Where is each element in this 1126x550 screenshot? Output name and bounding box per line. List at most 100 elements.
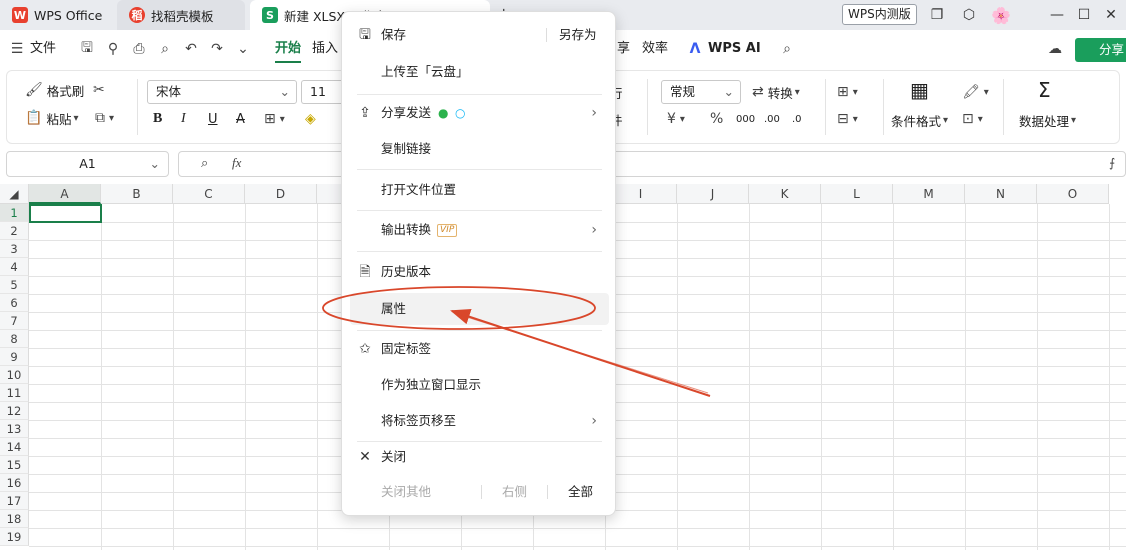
- restore-window-icon[interactable]: ❐: [928, 6, 946, 24]
- column-header-c[interactable]: C: [173, 184, 245, 204]
- beta-badge[interactable]: WPS内测版: [842, 4, 917, 25]
- close-others-button[interactable]: 关闭其他: [381, 476, 431, 508]
- data-process-button[interactable]: 数据处理 ▾: [1019, 109, 1080, 131]
- column-header-a[interactable]: A: [29, 184, 101, 204]
- fx-icon[interactable]: fx: [232, 155, 241, 171]
- font-size-select[interactable]: 11: [301, 80, 341, 104]
- function-wizard-icon[interactable]: ⨍: [1109, 156, 1115, 170]
- tab-template[interactable]: 稻 找稻壳模板: [117, 0, 245, 30]
- row-header-8[interactable]: 8: [0, 330, 29, 348]
- cube-icon[interactable]: ⬡: [960, 6, 978, 24]
- border-icon[interactable]: ⊞ ▾: [264, 108, 289, 130]
- row-header-4[interactable]: 4: [0, 258, 29, 276]
- row-header-18[interactable]: 18: [0, 510, 29, 528]
- number-format-select[interactable]: 常规 ⌄: [661, 80, 741, 104]
- menu-item-properties[interactable]: 属性: [350, 293, 609, 325]
- column-header-n[interactable]: N: [965, 184, 1037, 204]
- table-style-icon[interactable]: ⊞ ▾: [837, 81, 862, 103]
- column-header-m[interactable]: M: [893, 184, 965, 204]
- menu-file[interactable]: 文件: [30, 30, 56, 68]
- print-icon[interactable]: ⎙: [130, 40, 148, 58]
- menu-item-export-convert[interactable]: 输出转换 VIP ›: [350, 214, 609, 246]
- close-right-button[interactable]: 右侧: [502, 476, 527, 508]
- menu-item-copy-link[interactable]: 复制链接: [350, 133, 609, 165]
- column-header-j[interactable]: J: [677, 184, 749, 204]
- row-header-10[interactable]: 10: [0, 366, 29, 384]
- hamburger-icon[interactable]: ☰: [8, 40, 26, 58]
- freeze-icon[interactable]: ⊡ ▾: [962, 108, 987, 130]
- maximize-icon[interactable]: ☐: [1075, 6, 1093, 24]
- row-header-6[interactable]: 6: [0, 294, 29, 312]
- fill-color-icon[interactable]: ◈: [305, 108, 320, 130]
- cloud-upload-icon[interactable]: ☁: [1046, 40, 1064, 58]
- minimize-icon[interactable]: —: [1048, 6, 1066, 24]
- increase-decimal-icon[interactable]: .00: [764, 108, 780, 130]
- menu-item-move-tab[interactable]: 将标签页移至 ›: [350, 405, 609, 437]
- column-header-k[interactable]: K: [749, 184, 821, 204]
- zoom-formula-icon[interactable]: ⌕: [201, 156, 208, 171]
- cell-style-icon[interactable]: ⊟ ▾: [837, 108, 862, 130]
- convert-button[interactable]: ⇄ 转换 ▾: [752, 81, 804, 103]
- column-header-o[interactable]: O: [1037, 184, 1109, 204]
- row-header-15[interactable]: 15: [0, 456, 29, 474]
- row-header-12[interactable]: 12: [0, 402, 29, 420]
- row-header-7[interactable]: 7: [0, 312, 29, 330]
- row-header-16[interactable]: 16: [0, 474, 29, 492]
- active-cell[interactable]: [29, 204, 102, 223]
- bold-icon[interactable]: B: [153, 108, 162, 130]
- print-preview-icon[interactable]: ⌕: [156, 40, 174, 58]
- menu-wps-ai[interactable]: WPS AI: [708, 30, 761, 68]
- menu-item-open-location[interactable]: 打开文件位置: [350, 174, 609, 206]
- row-header-5[interactable]: 5: [0, 276, 29, 294]
- name-box[interactable]: A1 ⌄: [6, 151, 169, 177]
- share-button[interactable]: 分享: [1075, 38, 1126, 62]
- search-icon[interactable]: ⌕: [778, 40, 796, 58]
- currency-icon[interactable]: ¥ ▾: [667, 108, 689, 130]
- menu-item-save[interactable]: 🖫 保存 另存为: [350, 19, 609, 51]
- row-header-9[interactable]: 9: [0, 348, 29, 366]
- column-header-l[interactable]: L: [821, 184, 893, 204]
- strikethrough-icon[interactable]: A: [236, 108, 245, 130]
- close-window-icon[interactable]: ✕: [1102, 6, 1120, 24]
- select-all-corner[interactable]: ◢: [0, 184, 29, 204]
- column-header-b[interactable]: B: [101, 184, 173, 204]
- chevron-down-icon[interactable]: ⌄: [234, 40, 252, 58]
- close-all-button[interactable]: 全部: [568, 476, 593, 508]
- menu-item-upload[interactable]: 上传至「云盘」: [350, 56, 609, 88]
- menu-item-pin-tab[interactable]: ✩ 固定标签: [350, 333, 609, 365]
- format-painter-button[interactable]: 🖌 格式刷: [25, 79, 84, 101]
- share-link-icon[interactable]: ⚲: [104, 40, 122, 58]
- copy-icon[interactable]: ⧉ ▾: [95, 107, 118, 129]
- percent-icon[interactable]: %: [710, 108, 727, 130]
- menu-home[interactable]: 开始: [275, 30, 302, 68]
- undo-icon[interactable]: ↶: [182, 40, 200, 58]
- underline-icon[interactable]: U: [208, 108, 218, 130]
- column-header-d[interactable]: D: [245, 184, 317, 204]
- row-header-11[interactable]: 11: [0, 384, 29, 402]
- row-header-3[interactable]: 3: [0, 240, 29, 258]
- conditional-format-button[interactable]: 条件格式 ▾: [891, 109, 952, 131]
- row-header-2[interactable]: 2: [0, 222, 29, 240]
- row-header-1[interactable]: 1: [0, 204, 29, 222]
- menu-insert[interactable]: 插入: [312, 30, 338, 68]
- thousands-icon[interactable]: 000: [736, 108, 755, 130]
- row-header-13[interactable]: 13: [0, 420, 29, 438]
- row-header-17[interactable]: 17: [0, 492, 29, 510]
- redo-icon[interactable]: ↷: [208, 40, 226, 58]
- decrease-decimal-icon[interactable]: .0: [792, 108, 802, 130]
- formula-input[interactable]: ⌕ fx ⨍: [178, 151, 1126, 177]
- menu-item-separate-window[interactable]: 作为独立窗口显示: [350, 369, 609, 401]
- menu-item-share-send[interactable]: ⇪ 分享发送 ● ○ ›: [350, 97, 609, 129]
- brush-style-icon[interactable]: 🖍 ▾: [962, 81, 993, 103]
- save-as-button[interactable]: 另存为: [559, 19, 597, 51]
- row-header-19[interactable]: 19: [0, 528, 29, 546]
- font-name-select[interactable]: 宋体 ⌄: [147, 80, 297, 104]
- menu-efficiency[interactable]: 效率: [642, 30, 668, 68]
- menu-item-close[interactable]: ✕ 关闭: [350, 441, 609, 473]
- menu-share[interactable]: 享: [617, 30, 630, 68]
- avatar[interactable]: 🌸: [991, 6, 1011, 25]
- cut-icon[interactable]: ✂: [93, 79, 109, 101]
- tab-wps-office[interactable]: W WPS Office: [0, 0, 115, 30]
- save-icon[interactable]: 🖫: [78, 40, 96, 58]
- italic-icon[interactable]: I: [181, 108, 186, 130]
